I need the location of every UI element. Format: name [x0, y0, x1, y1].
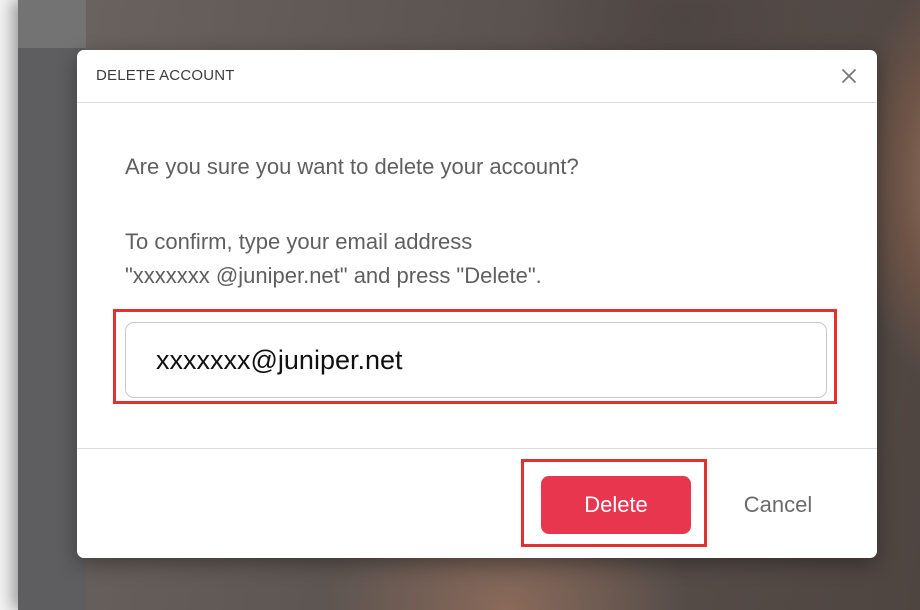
dialog-header: DELETE ACCOUNT — [77, 50, 877, 103]
left-panel-header — [18, 0, 86, 48]
delete-button[interactable]: Delete — [541, 476, 691, 534]
footer-divider — [77, 448, 877, 449]
close-icon — [842, 69, 856, 83]
instruction-line-1: To confirm, type your email address — [125, 229, 473, 254]
left-panel — [18, 0, 86, 610]
instruction-line-2: "xxxxxxx @juniper.net" and press "Delete… — [125, 263, 542, 288]
email-field[interactable] — [125, 322, 827, 398]
confirmation-question: Are you sure you want to delete your acc… — [125, 154, 579, 179]
dialog-title: DELETE ACCOUNT — [96, 67, 235, 84]
delete-account-dialog: DELETE ACCOUNT Are you sure you want to … — [77, 50, 877, 558]
confirmation-instructions: To confirm, type your email address "xxx… — [125, 225, 765, 293]
cancel-button[interactable]: Cancel — [723, 476, 833, 534]
close-button[interactable] — [837, 64, 861, 88]
